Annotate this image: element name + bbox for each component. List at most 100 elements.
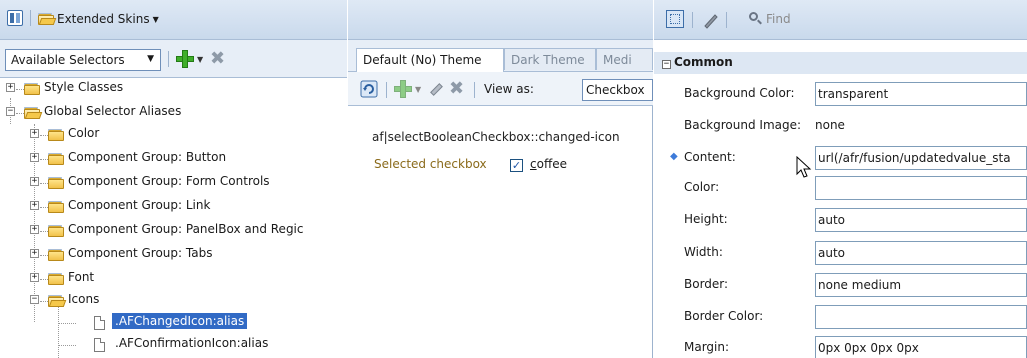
section-common[interactable]: − Common bbox=[654, 52, 1027, 74]
folder-icon bbox=[48, 201, 64, 213]
tree-item-font[interactable]: + Font bbox=[0, 268, 347, 290]
tree-item-label: Color bbox=[68, 126, 100, 140]
color-field[interactable] bbox=[815, 176, 1027, 200]
tree-guide bbox=[40, 135, 48, 136]
delete-icon[interactable]: ✖ bbox=[449, 80, 464, 98]
checkbox-label-rest: offee bbox=[536, 157, 567, 171]
view-as-dropdown[interactable]: Checkbox bbox=[582, 79, 653, 101]
property-label: Color: bbox=[684, 180, 720, 194]
tree-item-label: Component Group: PanelBox and Regic bbox=[68, 222, 304, 236]
property-label: Background Image: bbox=[684, 118, 802, 132]
folder-icon bbox=[48, 273, 64, 285]
document-icon bbox=[94, 316, 105, 330]
toolbar-separator bbox=[168, 51, 169, 67]
property-row-background-color: Background Color: transparent bbox=[654, 78, 1027, 110]
collapse-icon[interactable]: − bbox=[662, 60, 671, 69]
expand-icon[interactable]: + bbox=[30, 225, 39, 234]
tree-item-afconfirmationicon[interactable]: .AFConfirmationIcon:alias bbox=[0, 334, 347, 356]
selector-tree: + Style Classes − Global Selector Aliase… bbox=[0, 78, 347, 358]
expand-icon[interactable]: + bbox=[6, 83, 15, 92]
property-row-color: Color: bbox=[654, 172, 1027, 204]
border-field[interactable]: none medium bbox=[815, 273, 1027, 297]
tree-item-label: Component Group: Link bbox=[68, 198, 211, 212]
tree-item-icons[interactable]: − Icons bbox=[0, 290, 347, 312]
tab-medium-theme[interactable]: Medi bbox=[596, 48, 653, 70]
tree-item-component-group-button[interactable]: + Component Group: Button bbox=[0, 148, 347, 170]
tree-guide bbox=[40, 231, 48, 232]
expand-icon[interactable]: + bbox=[30, 201, 39, 210]
tree-guide bbox=[16, 113, 24, 114]
expand-icon[interactable]: + bbox=[30, 177, 39, 186]
property-label: Height: bbox=[684, 212, 728, 226]
skins-menu[interactable]: Extended Skins ▼ bbox=[57, 12, 159, 26]
add-selector-icon[interactable] bbox=[176, 50, 194, 68]
width-field[interactable]: auto bbox=[815, 241, 1027, 265]
chevron-down-icon[interactable]: ▼ bbox=[415, 85, 421, 94]
chevron-down-icon: ▼ bbox=[147, 54, 154, 64]
tree-guide bbox=[40, 207, 48, 208]
folder-icon bbox=[24, 83, 40, 95]
collapse-icon[interactable]: − bbox=[30, 295, 39, 304]
background-image-field[interactable]: none bbox=[815, 118, 1027, 132]
find-input[interactable]: Find bbox=[746, 9, 1027, 31]
chevron-down-icon[interactable]: ▼ bbox=[197, 55, 203, 64]
theme-tabs: Default (No) Theme Dark Theme Medi bbox=[348, 40, 653, 72]
tree-item-component-group-form-controls[interactable]: + Component Group: Form Controls bbox=[0, 172, 347, 194]
property-label: Width: bbox=[684, 245, 723, 259]
tree-item-label: Icons bbox=[68, 292, 100, 306]
margin-field[interactable]: 0px 0px 0px 0px bbox=[815, 336, 1027, 358]
tab-default-theme[interactable]: Default (No) Theme bbox=[356, 48, 504, 72]
section-title: Common bbox=[674, 55, 733, 69]
expand-icon[interactable]: + bbox=[30, 129, 39, 138]
background-color-field[interactable]: transparent bbox=[815, 82, 1027, 106]
folder-icon bbox=[48, 225, 64, 237]
tree-item-label: Component Group: Tabs bbox=[68, 246, 213, 260]
toolbar-separator bbox=[386, 82, 387, 98]
tree-item-color[interactable]: + Color bbox=[0, 124, 347, 146]
expand-icon[interactable]: + bbox=[30, 273, 39, 282]
expand-icon[interactable]: + bbox=[30, 249, 39, 258]
select-element-icon[interactable] bbox=[666, 10, 684, 28]
refresh-icon[interactable] bbox=[360, 80, 378, 98]
tree-item-global-selector-aliases[interactable]: − Global Selector Aliases bbox=[0, 102, 347, 124]
tree-item-style-classes[interactable]: + Style Classes bbox=[0, 78, 347, 100]
skin-folder-icon bbox=[38, 13, 57, 25]
delete-icon[interactable]: ✖ bbox=[210, 50, 225, 68]
folder-icon bbox=[48, 129, 64, 141]
preview-checkbox[interactable]: ✓ bbox=[510, 159, 523, 172]
tab-dark-theme[interactable]: Dark Theme bbox=[504, 48, 596, 70]
folder-icon bbox=[48, 153, 64, 165]
tree-item-label: .AFConfirmationIcon:alias bbox=[115, 336, 269, 350]
tree-item-component-group-link[interactable]: + Component Group: Link bbox=[0, 196, 347, 218]
content-field[interactable]: url(/afr/fusion/updatedvalue_sta bbox=[815, 146, 1027, 170]
tree-item-label: Font bbox=[68, 270, 95, 284]
edit-icon[interactable] bbox=[428, 81, 444, 97]
property-toolbar: Find bbox=[654, 0, 1027, 40]
folder-icon bbox=[48, 249, 64, 261]
access-key-char: c bbox=[530, 157, 537, 171]
add-icon[interactable] bbox=[394, 80, 412, 98]
tree-item-component-group-tabs[interactable]: + Component Group: Tabs bbox=[0, 244, 347, 266]
border-color-field[interactable] bbox=[815, 305, 1027, 329]
property-label: Margin: bbox=[684, 340, 730, 354]
tree-item-label: Component Group: Button bbox=[68, 150, 227, 164]
tree-item-component-group-panelbox[interactable]: + Component Group: PanelBox and Regic bbox=[0, 220, 347, 242]
view-as-label: View as: bbox=[484, 82, 534, 96]
collapse-icon[interactable]: − bbox=[6, 107, 15, 116]
toolbar-separator bbox=[692, 12, 693, 28]
property-label: Content: bbox=[684, 150, 736, 164]
property-row-background-image: Background Image: none bbox=[654, 110, 1027, 142]
tree-guide bbox=[40, 159, 48, 160]
tree-item-afchangedicon[interactable]: .AFChangedIcon:alias bbox=[0, 312, 347, 334]
open-folder-icon bbox=[24, 107, 43, 119]
expand-icon[interactable]: + bbox=[30, 153, 39, 162]
layout-toggle-icon[interactable] bbox=[7, 10, 23, 26]
modified-indicator-icon: ◆ bbox=[670, 151, 678, 162]
height-field[interactable]: auto bbox=[815, 208, 1027, 232]
open-folder-icon bbox=[48, 295, 67, 307]
selector-toolbar: Available Selectors ▼ ▼ ✖ bbox=[0, 40, 347, 78]
toolbar-separator bbox=[474, 82, 475, 98]
tree-guide bbox=[40, 301, 48, 302]
selector-type-dropdown[interactable]: Available Selectors ▼ bbox=[5, 49, 161, 71]
pencil-icon[interactable] bbox=[702, 11, 720, 29]
